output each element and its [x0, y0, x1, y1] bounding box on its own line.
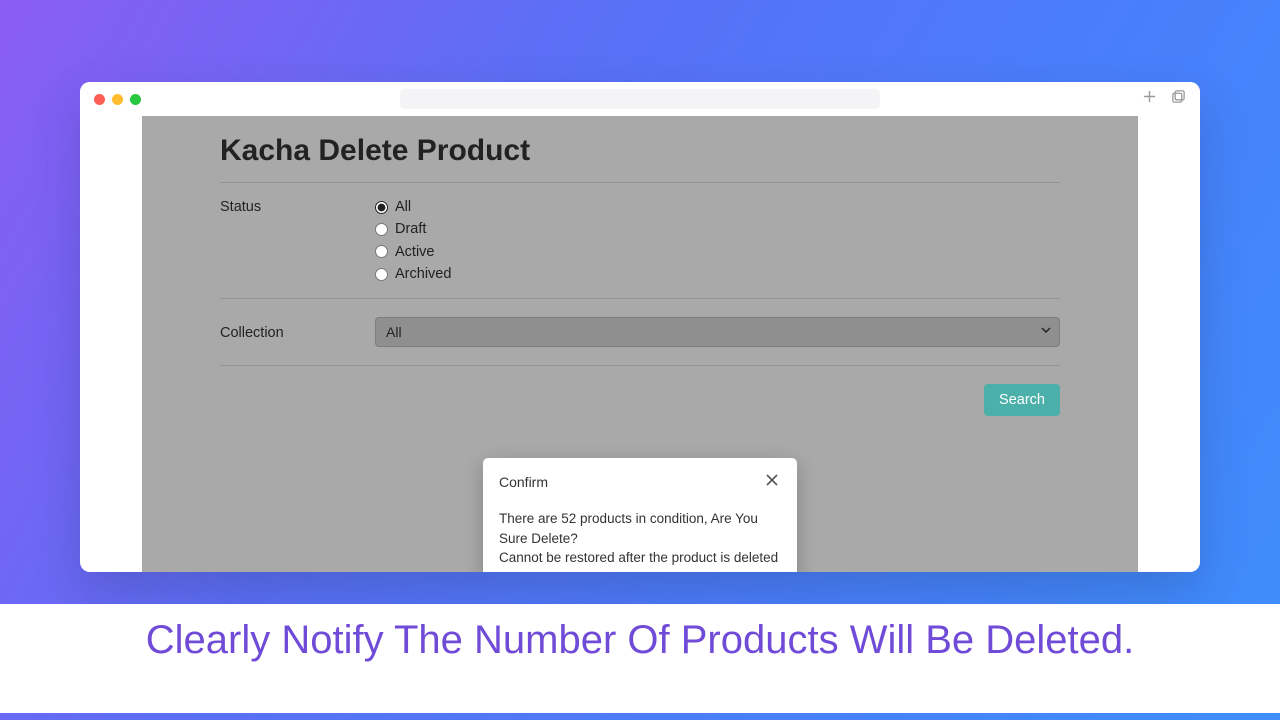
- close-window-icon[interactable]: [94, 94, 105, 105]
- status-radio-active-input[interactable]: [375, 245, 388, 258]
- modal-message-line1: There are 52 products in condition, Are …: [499, 509, 781, 548]
- tabs-overview-icon[interactable]: [1171, 89, 1186, 109]
- modal-body: There are 52 products in condition, Are …: [499, 509, 781, 568]
- status-radio-group: All Draft Active Archived: [375, 197, 451, 284]
- page-title: Kacha Delete Product: [220, 126, 1060, 182]
- status-radio-all[interactable]: All: [375, 197, 451, 217]
- status-radio-archived-input[interactable]: [375, 268, 388, 281]
- browser-window: Kacha Delete Product Status All Draft Ac…: [80, 82, 1200, 572]
- collection-select[interactable]: All: [375, 317, 1060, 347]
- collection-row: Collection All: [220, 299, 1060, 365]
- status-row: Status All Draft Active Archived: [220, 183, 1060, 298]
- modal-header: Confirm: [499, 471, 781, 493]
- status-radio-archived[interactable]: Archived: [375, 264, 451, 284]
- confirm-modal: Confirm There are 52 products in conditi…: [483, 458, 797, 572]
- status-radio-active[interactable]: Active: [375, 242, 451, 262]
- status-radio-draft-label: Draft: [395, 219, 426, 239]
- minimize-window-icon[interactable]: [112, 94, 123, 105]
- status-radio-archived-label: Archived: [395, 264, 451, 284]
- search-row: Search: [220, 366, 1060, 416]
- collection-label: Collection: [220, 323, 375, 341]
- status-label: Status: [220, 197, 375, 284]
- modal-title: Confirm: [499, 474, 548, 490]
- status-radio-draft-input[interactable]: [375, 223, 388, 236]
- browser-chrome: [80, 82, 1200, 116]
- promo-caption: Clearly Notify The Number Of Products Wi…: [0, 604, 1280, 713]
- status-radio-active-label: Active: [395, 242, 435, 262]
- status-radio-draft[interactable]: Draft: [375, 219, 451, 239]
- search-button[interactable]: Search: [984, 384, 1060, 416]
- maximize-window-icon[interactable]: [130, 94, 141, 105]
- status-radio-all-label: All: [395, 197, 411, 217]
- close-icon[interactable]: [763, 471, 781, 493]
- status-radio-all-input[interactable]: [375, 201, 388, 214]
- new-tab-icon[interactable]: [1142, 89, 1157, 109]
- window-controls: [94, 94, 141, 105]
- modal-message-line2: Cannot be restored after the product is …: [499, 548, 781, 568]
- address-bar[interactable]: [400, 89, 880, 109]
